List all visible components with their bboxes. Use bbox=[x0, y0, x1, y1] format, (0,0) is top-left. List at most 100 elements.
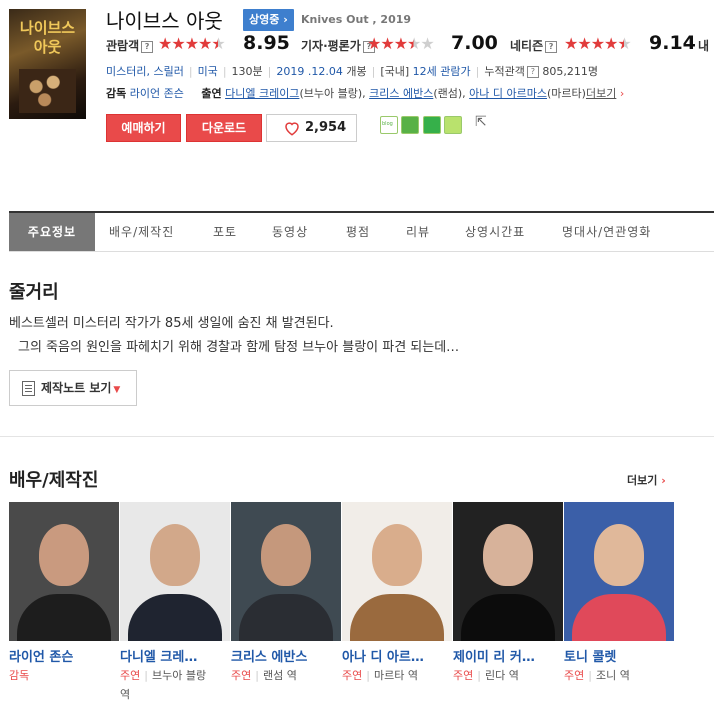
tab-photo[interactable]: 포토 bbox=[213, 213, 237, 251]
cast-label: 출연 bbox=[201, 87, 222, 100]
country-link[interactable]: 미국 bbox=[198, 65, 218, 78]
like-button[interactable]: 2,954 bbox=[266, 114, 357, 142]
star-icon: ★ bbox=[564, 34, 578, 53]
production-note-button[interactable]: 제작노트 보기 ▼ bbox=[9, 370, 137, 406]
tab-cast-crew[interactable]: 배우/제작진 bbox=[109, 213, 174, 251]
document-icon bbox=[22, 381, 35, 396]
credits-more-link[interactable]: 더보기 bbox=[586, 87, 616, 100]
divider: | bbox=[475, 65, 480, 78]
person-type: 주연 bbox=[564, 669, 585, 682]
chevron-right-icon: › bbox=[619, 87, 625, 100]
original-title: Knives Out , 2019 bbox=[301, 13, 412, 26]
cast-card[interactable]: 다니엘 크레… 주연 | 브누아 블랑 역 bbox=[120, 502, 230, 701]
cast-card[interactable]: 제이미 리 커… 주연 | 린다 역 bbox=[453, 502, 563, 682]
cast-link-3[interactable]: 아나 디 아르마스 bbox=[469, 87, 547, 100]
release-date-link[interactable]: 2019 .12.04 bbox=[276, 65, 342, 78]
cast-card[interactable]: 라이언 존슨 감독 bbox=[9, 502, 119, 682]
director-link[interactable]: 라이언 존슨 bbox=[130, 87, 184, 100]
cast-card[interactable]: 토니 콜렛 주연 | 조니 역 bbox=[564, 502, 674, 682]
netizen-score: 9.14 bbox=[649, 32, 696, 54]
section-divider bbox=[0, 436, 714, 437]
person-photo[interactable] bbox=[342, 502, 452, 641]
cast-link-2[interactable]: 크리스 에반스 bbox=[369, 87, 433, 100]
reserve-button[interactable]: 예매하기 bbox=[106, 114, 181, 142]
divider: | bbox=[366, 669, 370, 682]
cast-more-label: 더보기 bbox=[627, 474, 658, 487]
share-band-icon[interactable]: band bbox=[444, 116, 462, 134]
person-photo[interactable] bbox=[9, 502, 119, 641]
person-name[interactable]: 라이언 존슨 bbox=[9, 646, 115, 665]
cast-role-2: (랜섬), bbox=[433, 87, 466, 100]
person-name[interactable]: 크리스 에반스 bbox=[231, 646, 337, 665]
rating-prefix: [국내] bbox=[380, 65, 410, 78]
share-blog-icon[interactable]: blog bbox=[380, 116, 398, 134]
chevron-right-icon: › bbox=[661, 474, 666, 487]
movie-title[interactable]: 나이브스 아웃 bbox=[106, 8, 223, 34]
star-icon: ★ bbox=[367, 34, 381, 53]
synopsis-line-2: 그의 죽음의 원인을 파헤치기 위해 경찰과 함께 탐정 브누아 블랑이 파견 … bbox=[18, 340, 460, 355]
star-icon: ★ bbox=[380, 34, 394, 53]
person-name[interactable]: 제이미 리 커… bbox=[453, 646, 559, 665]
person-name[interactable]: 다니엘 크레… bbox=[120, 646, 226, 665]
cast-card[interactable]: 아나 디 아르… 주연 | 마르타 역 bbox=[342, 502, 452, 682]
divider: | bbox=[144, 669, 148, 682]
person-name[interactable]: 토니 콜렛 bbox=[564, 646, 670, 665]
synopsis-heading: 줄거리 bbox=[9, 282, 59, 303]
share-icon[interactable]: ⇱ bbox=[475, 114, 487, 130]
movie-poster[interactable]: 나이브스 아웃 bbox=[9, 9, 86, 119]
person-photo[interactable] bbox=[231, 502, 341, 641]
critics-stars: ★★★★★ bbox=[367, 34, 435, 53]
caret-down-icon: ▼ bbox=[113, 385, 121, 395]
star-icon: ★ bbox=[198, 34, 212, 53]
star-icon: ★ bbox=[407, 34, 421, 53]
person-name[interactable]: 아나 디 아르… bbox=[342, 646, 448, 665]
star-icon: ★ bbox=[420, 34, 434, 53]
help-icon[interactable]: ? bbox=[545, 41, 558, 53]
netizen-stars: ★★★★★ bbox=[564, 34, 632, 53]
cast-role-1: (브누아 블랑), bbox=[299, 87, 366, 100]
age-rating-link[interactable]: 12세 관람가 bbox=[413, 65, 471, 78]
critics-score: 7.00 bbox=[451, 32, 498, 54]
status-badge[interactable]: 상영중 › bbox=[243, 9, 294, 31]
audience-rating-label: 관람객 bbox=[106, 39, 140, 53]
person-role: 린다 역 bbox=[484, 669, 519, 682]
tab-review[interactable]: 리뷰 bbox=[406, 213, 430, 251]
star-icon: ★ bbox=[604, 34, 618, 53]
help-icon[interactable]: ? bbox=[526, 66, 539, 78]
help-icon[interactable]: ? bbox=[141, 41, 154, 53]
tab-quotes-related[interactable]: 명대사/연관영화 bbox=[562, 213, 651, 251]
critics-rating-label: 기자·평론가 bbox=[301, 39, 361, 53]
tab-main-info[interactable]: 주요정보 bbox=[9, 213, 95, 251]
release-label: 개봉 bbox=[346, 65, 367, 78]
download-button[interactable]: 다운로드 bbox=[186, 114, 262, 142]
genre-link[interactable]: 미스터리, 스릴러 bbox=[106, 65, 184, 78]
share-me-icon[interactable]: me bbox=[423, 116, 441, 134]
production-note-label: 제작노트 보기 bbox=[41, 381, 112, 395]
cumulative-label: 누적관객 bbox=[484, 65, 525, 78]
cast-role-3: (마르타) bbox=[547, 87, 586, 100]
netizen-rating-label: 네티즌 bbox=[510, 39, 544, 53]
divider: | bbox=[255, 669, 259, 682]
director-label: 감독 bbox=[106, 87, 127, 100]
person-role-wrap: 역 bbox=[120, 688, 131, 701]
share-cafe-icon[interactable]: cafe bbox=[401, 116, 419, 134]
star-icon: ★ bbox=[590, 34, 605, 53]
divider: | bbox=[477, 669, 481, 682]
cast-link-1[interactable]: 다니엘 크레이그 bbox=[225, 87, 299, 100]
divider: | bbox=[371, 65, 376, 78]
person-photo[interactable] bbox=[453, 502, 563, 641]
divider: | bbox=[267, 65, 272, 78]
tab-rating[interactable]: 평점 bbox=[346, 213, 370, 251]
cast-card[interactable]: 크리스 에반스 주연 | 랜섬 역 bbox=[231, 502, 341, 682]
like-count: 2,954 bbox=[305, 120, 347, 135]
tab-showtimes[interactable]: 상영시간표 bbox=[465, 213, 525, 251]
tab-video[interactable]: 동영상 bbox=[272, 213, 308, 251]
cumulative-value: 805,211명 bbox=[542, 65, 598, 78]
person-photo[interactable] bbox=[120, 502, 230, 641]
cast-more-link[interactable]: 더보기 › bbox=[627, 472, 666, 488]
divider: | bbox=[588, 669, 592, 682]
audience-stars: ★★★★★ bbox=[158, 34, 226, 53]
person-photo[interactable] bbox=[564, 502, 674, 641]
movie-meta: 미스터리, 스릴러 | 미국 | 130분 | 2019 .12.04 개봉 | [국내] 12… bbox=[106, 63, 598, 79]
poster-figures bbox=[19, 69, 76, 113]
